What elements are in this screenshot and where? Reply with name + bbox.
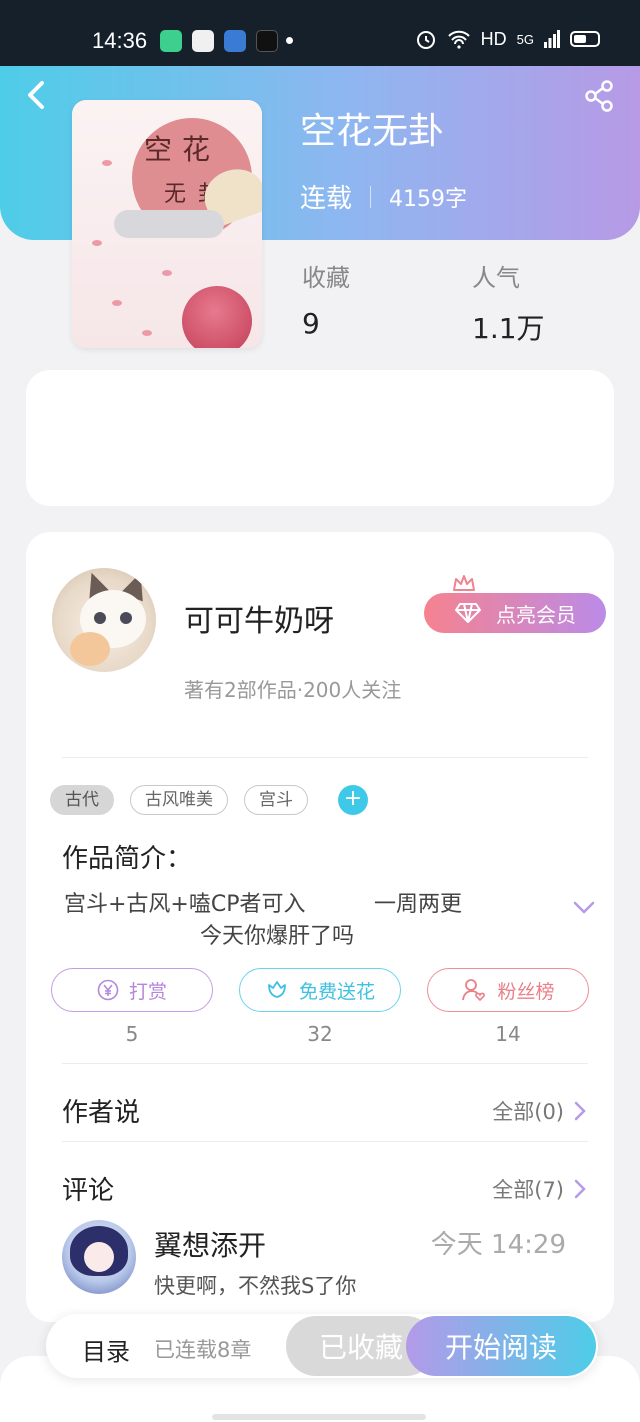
stat-label: 人气 xyxy=(472,264,520,292)
chevron-left-icon xyxy=(28,81,44,109)
avatar-eye xyxy=(94,612,106,624)
petal xyxy=(112,300,122,306)
signal-icon xyxy=(544,30,560,48)
stat-value: 1.1万 xyxy=(472,312,545,345)
expand-intro-button[interactable] xyxy=(572,900,596,920)
petal xyxy=(102,160,112,166)
start-reading-button[interactable]: 开始阅读 xyxy=(406,1316,596,1376)
stat-label: 收藏 xyxy=(302,264,350,292)
stat-value: 9 xyxy=(302,307,320,340)
tag-chip[interactable]: 古代 xyxy=(50,785,114,815)
cover-title-line1: 空花 xyxy=(144,133,221,166)
favorited-label: 已收藏 xyxy=(318,1331,403,1364)
flower-count: 32 xyxy=(307,1022,333,1046)
share-icon xyxy=(585,80,613,112)
author-says-all-link[interactable]: 全部(0) xyxy=(492,1096,586,1126)
tag-chip[interactable]: 古风唯美 xyxy=(130,785,228,815)
green-app-icon xyxy=(160,30,182,52)
word-count: 4159字 xyxy=(389,186,468,212)
tip-label: 打赏 xyxy=(128,980,167,1003)
commenter-name[interactable]: 翼想添开 xyxy=(154,1224,266,1264)
wifi-icon xyxy=(447,30,470,49)
author-avatar[interactable] xyxy=(52,568,156,672)
blank-card xyxy=(26,370,614,506)
fan-ranking-label: 粉丝榜 xyxy=(497,980,555,1003)
commenter-avatar[interactable] xyxy=(62,1220,136,1294)
signal-label: 5G xyxy=(516,31,534,47)
comments-heading: 评论 xyxy=(62,1176,115,1206)
intro-heading: 作品简介： xyxy=(62,844,193,874)
tiktok-icon xyxy=(256,30,278,52)
chevron-right-icon xyxy=(574,1179,586,1199)
intro-text: 今天你爆肝了吗 xyxy=(200,924,355,949)
avatar-face xyxy=(84,1242,114,1272)
chevron-down-icon xyxy=(573,901,595,914)
meta-divider xyxy=(370,185,372,208)
author-name[interactable]: 可可牛奶呀 xyxy=(184,596,334,640)
back-button[interactable] xyxy=(22,80,50,116)
vip-button[interactable]: 点亮会员 xyxy=(424,593,606,633)
divider xyxy=(62,1141,588,1142)
status-time: 14:36 xyxy=(92,28,148,53)
status-right: HD 5G xyxy=(415,28,600,50)
crown-icon xyxy=(453,575,475,591)
stat-favorites: 收藏 9 xyxy=(302,258,350,340)
comments-all-link[interactable]: 全部(7) xyxy=(492,1174,586,1204)
send-flower-button[interactable]: 免费送花 xyxy=(239,968,401,1012)
author-says-all-label: 全部(0) xyxy=(492,1100,564,1124)
yen-coin-icon xyxy=(97,979,119,1001)
fan-ranking-button[interactable]: 粉丝榜 xyxy=(427,968,589,1012)
share-button[interactable] xyxy=(584,80,614,116)
avatar-eye xyxy=(120,612,132,624)
video-app-icon xyxy=(224,30,246,52)
chapter-count: 已连载8章 xyxy=(154,1338,252,1362)
photo-app-icon xyxy=(192,30,214,52)
tag-chip[interactable]: 宫斗 xyxy=(244,785,308,815)
stat-popularity: 人气 1.1万 xyxy=(472,258,545,347)
book-meta: 连载 4159字 xyxy=(300,178,467,215)
add-tag-button[interactable]: + xyxy=(338,785,368,815)
comment-time: 今天 14:29 xyxy=(430,1230,566,1260)
vip-button-label: 点亮会员 xyxy=(496,602,576,627)
cover-umbrella-shape xyxy=(169,273,262,348)
intro-text: 宫斗+古风+嗑CP者可入 xyxy=(64,892,306,917)
serial-status: 连载 xyxy=(300,184,353,214)
chevron-right-icon xyxy=(574,1101,586,1121)
cover-cloud-shape xyxy=(114,210,224,238)
fan-user-icon xyxy=(462,979,486,1002)
fan-count: 14 xyxy=(495,1022,521,1046)
divider xyxy=(62,1063,588,1064)
comment-text[interactable]: 快更啊，不然我S了你 xyxy=(154,1270,356,1300)
toc-button[interactable]: 目录 xyxy=(82,1332,130,1367)
avatar-kitten xyxy=(70,632,110,666)
network-label: HD xyxy=(480,28,507,49)
alarm-icon xyxy=(416,31,435,49)
battery-icon xyxy=(570,31,600,47)
tag-list: 古代 古风唯美 宫斗 + xyxy=(50,785,368,815)
book-title: 空花无卦 xyxy=(300,111,445,152)
petal xyxy=(142,330,152,336)
comments-all-label: 全部(7) xyxy=(492,1178,564,1202)
diamond-icon xyxy=(455,603,481,623)
book-cover[interactable]: 空花 无卦 xyxy=(72,100,262,348)
start-reading-label: 开始阅读 xyxy=(444,1331,557,1364)
petal xyxy=(92,240,102,246)
tip-button[interactable]: 打赏 xyxy=(51,968,213,1012)
author-meta: 著有2部作品·200人关注 xyxy=(184,678,402,702)
notification-dot-icon xyxy=(286,37,293,44)
tip-count: 5 xyxy=(125,1022,139,1046)
send-flower-label: 免费送花 xyxy=(298,980,375,1003)
flower-icon xyxy=(268,981,286,998)
intro-text: 一周两更 xyxy=(374,892,463,917)
author-says-heading: 作者说 xyxy=(62,1098,141,1128)
divider xyxy=(62,757,588,758)
home-indicator[interactable] xyxy=(212,1414,426,1420)
status-bar: 14:36 HD 5G xyxy=(0,0,640,66)
petal xyxy=(162,270,172,276)
